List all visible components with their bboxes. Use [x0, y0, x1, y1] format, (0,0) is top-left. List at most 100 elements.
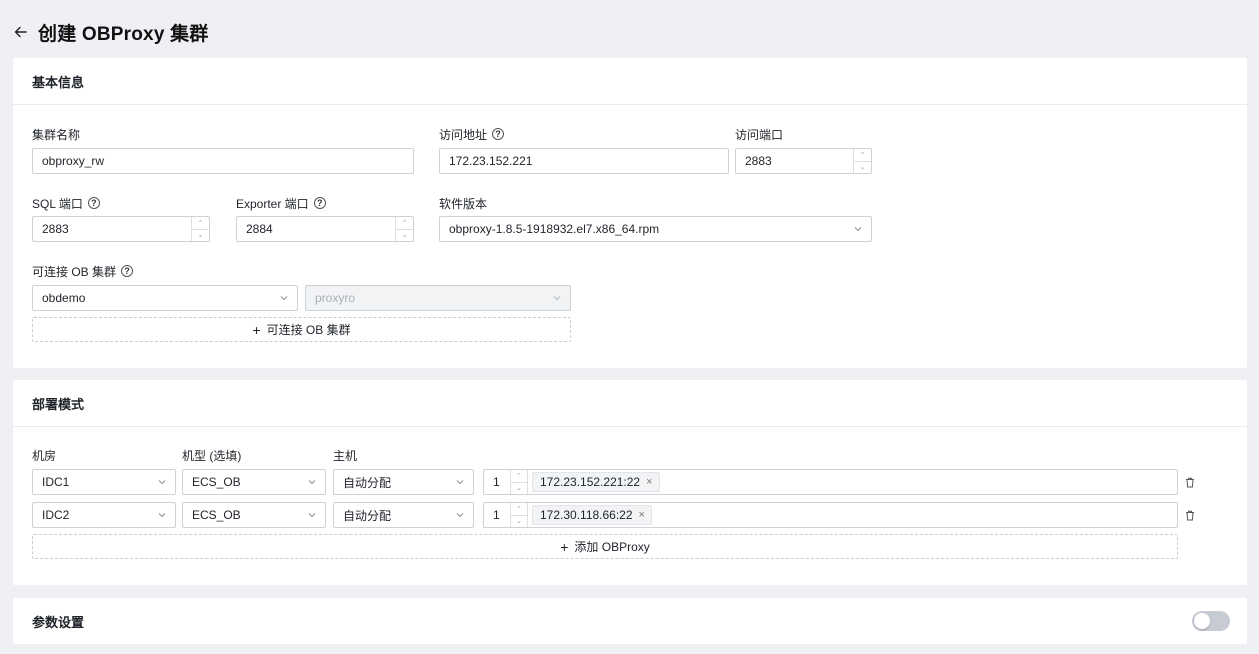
col-host-label: 主机 [333, 448, 358, 463]
exporter-port-stepper[interactable]: 2884 ⌃ ⌄ [236, 216, 414, 242]
exporter-port-label: Exporter 端口 ? [236, 195, 326, 211]
params-header: 参数设置 [13, 598, 1247, 644]
arrow-left-icon[interactable] [12, 24, 28, 40]
close-icon[interactable]: × [639, 509, 645, 521]
chevron-down-icon [456, 513, 464, 518]
ob-tenant-select: proxyro [305, 285, 571, 311]
params-toggle[interactable] [1192, 611, 1230, 631]
software-version-label-text: 软件版本 [439, 196, 488, 211]
chevron-down-icon [456, 480, 464, 485]
params-card: 参数设置 [13, 598, 1247, 644]
toggle-knob [1194, 613, 1210, 629]
idc-select[interactable]: IDC2 [32, 502, 176, 528]
stepper-controls: ⌃ ⌄ [191, 217, 209, 241]
col-idc-label: 机房 [32, 448, 57, 463]
chevron-down-icon [280, 296, 288, 301]
host-mode-value: 自动分配 [343, 475, 392, 490]
machine-type-select[interactable]: ECS_OB [182, 502, 326, 528]
sql-port-label: SQL 端口 ? [32, 195, 100, 211]
basic-info-title: 基本信息 [13, 58, 1247, 105]
add-obproxy-label: 添加 OBProxy [574, 540, 650, 554]
machine-type-value: ECS_OB [192, 475, 241, 489]
page-title: 创建 OBProxy 集群 [38, 23, 209, 45]
exporter-port-value: 2884 [246, 222, 273, 236]
access-port-value: 2883 [745, 154, 772, 168]
chevron-down-icon [158, 513, 166, 518]
question-circle-icon[interactable]: ? [87, 197, 100, 209]
access-port-stepper[interactable]: 2883 ⌃ ⌄ [735, 148, 872, 174]
question-circle-icon[interactable]: ? [313, 197, 326, 209]
plus-icon: + [560, 538, 569, 555]
basic-info-card: 基本信息 集群名称 obproxy_rw 访问地址 ? 172.23.152.2… [13, 58, 1247, 368]
stepper-up-icon[interactable]: ⌃ [854, 149, 871, 162]
deploy-mode-card: 部署模式 机房 机型 (选填) 主机 IDC1 ECS_OB 自动分配 1 ⌃ … [13, 380, 1247, 585]
stepper-down-icon[interactable]: ⌄ [396, 230, 413, 242]
deploy-mode-title: 部署模式 [13, 380, 1247, 427]
chevron-down-icon [158, 480, 166, 485]
stepper-down-icon[interactable]: ⌄ [511, 516, 527, 528]
software-version-select[interactable]: obproxy-1.8.5-1918932.el7.x86_64.rpm [439, 216, 872, 242]
ob-cluster-label: 可连接 OB 集群 ? [32, 263, 134, 279]
page-header: 创建 OBProxy 集群 [12, 18, 208, 46]
cluster-name-value: obproxy_rw [42, 154, 105, 168]
plus-icon: + [252, 321, 261, 338]
chevron-down-icon [308, 480, 316, 485]
chevron-down-icon [553, 296, 561, 301]
host-tag: 172.30.118.66:22 × [532, 505, 652, 525]
host-tag-label: 172.30.118.66:22 [540, 508, 633, 522]
stepper-controls: ⌃ ⌄ [395, 217, 413, 241]
host-multi-select[interactable]: 1 ⌃ ⌄ 172.23.152.221:22 × [483, 469, 1178, 495]
stepper-controls: ⌃ ⌄ [510, 503, 528, 527]
ob-cluster-label-text: 可连接 OB 集群 [32, 264, 117, 279]
access-address-label: 访问地址 ? [439, 126, 505, 142]
software-version-label: 软件版本 [439, 195, 487, 211]
sql-port-value: 2883 [42, 222, 69, 236]
col-type-label: 机型 (选填) [182, 448, 242, 463]
add-ob-cluster-button[interactable]: + 可连接 OB 集群 [32, 317, 571, 342]
host-mode-select[interactable]: 自动分配 [333, 469, 474, 495]
host-count-value: 1 [493, 475, 500, 489]
machine-type-select[interactable]: ECS_OB [182, 469, 326, 495]
stepper-up-icon[interactable]: ⌃ [192, 217, 209, 230]
add-obproxy-button[interactable]: + 添加 OBProxy [32, 534, 1178, 559]
stepper-controls: ⌃ ⌄ [510, 470, 528, 494]
cluster-name-input[interactable]: obproxy_rw [32, 148, 414, 174]
machine-type-value: ECS_OB [192, 508, 241, 522]
sql-port-stepper[interactable]: 2883 ⌃ ⌄ [32, 216, 210, 242]
access-address-input[interactable]: 172.23.152.221 [439, 148, 729, 174]
sql-port-label-text: SQL 端口 [32, 196, 83, 211]
close-icon[interactable]: × [646, 476, 652, 488]
software-version-value: obproxy-1.8.5-1918932.el7.x86_64.rpm [449, 222, 660, 236]
host-mode-value: 自动分配 [343, 508, 392, 523]
host-count-value: 1 [493, 508, 500, 522]
chevron-down-icon [308, 513, 316, 518]
trash-icon[interactable] [1184, 476, 1196, 488]
access-port-label-text: 访问端口 [735, 127, 784, 142]
stepper-down-icon[interactable]: ⌄ [192, 230, 209, 242]
host-tag: 172.23.152.221:22 × [532, 472, 660, 492]
stepper-up-icon[interactable]: ⌃ [511, 470, 527, 483]
ob-cluster-value: obdemo [42, 291, 86, 305]
ob-cluster-select[interactable]: obdemo [32, 285, 298, 311]
add-ob-cluster-label: 可连接 OB 集群 [266, 323, 351, 337]
stepper-down-icon[interactable]: ⌄ [511, 483, 527, 495]
idc-value: IDC1 [42, 475, 70, 489]
access-address-label-text: 访问地址 [439, 127, 488, 142]
idc-select[interactable]: IDC1 [32, 469, 176, 495]
create-obproxy-page: 创建 OBProxy 集群 基本信息 集群名称 obproxy_rw 访问地址 … [0, 0, 1259, 654]
host-multi-select[interactable]: 1 ⌃ ⌄ 172.30.118.66:22 × [483, 502, 1178, 528]
params-title: 参数设置 [32, 614, 85, 630]
stepper-up-icon[interactable]: ⌃ [396, 217, 413, 230]
access-port-label: 访问端口 [735, 126, 783, 142]
question-circle-icon[interactable]: ? [121, 265, 134, 277]
stepper-down-icon[interactable]: ⌄ [854, 162, 871, 174]
ob-tenant-value: proxyro [315, 291, 356, 305]
stepper-up-icon[interactable]: ⌃ [511, 503, 527, 516]
host-mode-select[interactable]: 自动分配 [333, 502, 474, 528]
host-tag-label: 172.23.152.221:22 [540, 475, 641, 489]
exporter-port-label-text: Exporter 端口 [236, 196, 309, 211]
question-circle-icon[interactable]: ? [492, 128, 505, 140]
trash-icon[interactable] [1184, 509, 1196, 521]
idc-value: IDC2 [42, 508, 70, 522]
cluster-name-label: 集群名称 [32, 126, 80, 142]
